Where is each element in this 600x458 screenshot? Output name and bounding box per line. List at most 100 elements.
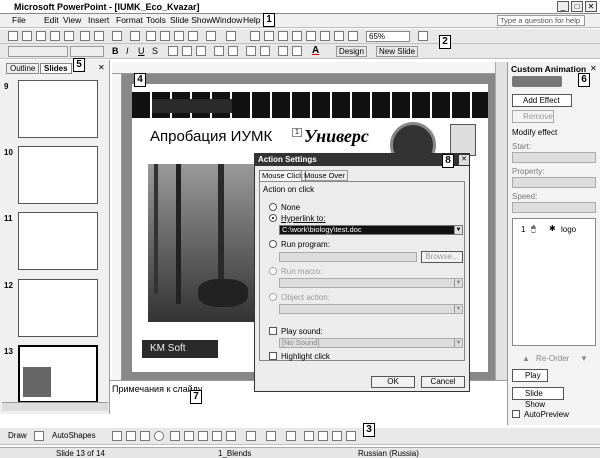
- numbering-icon[interactable]: [214, 46, 224, 56]
- animation-list[interactable]: 1 🖱 ✱ logo: [512, 218, 596, 346]
- color-grayscale-icon[interactable]: [348, 31, 358, 41]
- picture-icon[interactable]: [226, 431, 236, 441]
- autoshapes-menu[interactable]: AutoShapes: [52, 431, 96, 440]
- minimize-button[interactable]: _: [557, 1, 569, 12]
- speed-select[interactable]: [512, 202, 596, 213]
- km-soft-caption[interactable]: KM Soft: [142, 340, 218, 358]
- slide-thumbnail-11[interactable]: [18, 212, 98, 270]
- print-icon[interactable]: [80, 31, 90, 41]
- run-macro-select[interactable]: ▼: [279, 278, 463, 288]
- menu-slide-show[interactable]: Slide Show: [170, 15, 213, 25]
- remove-button[interactable]: Remove: [512, 110, 554, 123]
- zoom-select[interactable]: 65%: [366, 31, 410, 42]
- radio-object-action[interactable]: [269, 293, 277, 301]
- insert-picture-icon[interactable]: [292, 31, 302, 41]
- menu-window[interactable]: Window: [212, 15, 242, 25]
- tab-slides[interactable]: Slides: [40, 63, 72, 74]
- diagram-icon[interactable]: [198, 431, 208, 441]
- slide-title[interactable]: Апробация ИУМК: [150, 128, 272, 145]
- align-center-icon[interactable]: [182, 46, 192, 56]
- run-program-input[interactable]: [279, 252, 417, 262]
- paste-icon[interactable]: [174, 31, 184, 41]
- oval-icon[interactable]: [154, 431, 164, 441]
- arrow-icon[interactable]: [126, 431, 136, 441]
- decrease-indent-icon[interactable]: [278, 46, 288, 56]
- save-icon[interactable]: [36, 31, 46, 41]
- radio-none[interactable]: [269, 203, 277, 211]
- grid-icon[interactable]: [334, 31, 344, 41]
- insert-table-icon[interactable]: [264, 31, 274, 41]
- new-icon[interactable]: [8, 31, 18, 41]
- line-color-icon[interactable]: [266, 431, 276, 441]
- font-select[interactable]: [8, 46, 68, 57]
- decrease-font-icon[interactable]: [260, 46, 270, 56]
- rectangle-icon[interactable]: [140, 431, 150, 441]
- menu-tools[interactable]: Tools: [146, 15, 166, 25]
- autopreview-checkbox[interactable]: [512, 410, 520, 418]
- design-button[interactable]: Design: [336, 46, 367, 57]
- line-icon[interactable]: [112, 431, 122, 441]
- help-icon[interactable]: [418, 31, 428, 41]
- maximize-button[interactable]: □: [571, 1, 583, 12]
- slide-thumbnail-12[interactable]: [18, 279, 98, 337]
- underline-button[interactable]: U: [138, 46, 145, 56]
- copy-icon[interactable]: [160, 31, 170, 41]
- font-color-button[interactable]: A: [312, 45, 319, 56]
- increase-indent-icon[interactable]: [292, 46, 302, 56]
- pane-nav-icons[interactable]: [512, 76, 562, 87]
- bullets-icon[interactable]: [228, 46, 238, 56]
- select-objects-icon[interactable]: [34, 431, 44, 441]
- slide-thumbnail-9[interactable]: [18, 80, 98, 138]
- arrow-style-icon[interactable]: [332, 431, 342, 441]
- close-icon[interactable]: ✕: [590, 64, 597, 73]
- line-style-icon[interactable]: [304, 431, 314, 441]
- menu-view[interactable]: View: [63, 15, 81, 25]
- font-size-select[interactable]: [70, 46, 104, 57]
- ok-button[interactable]: OK: [371, 376, 415, 388]
- help-search-input[interactable]: Type a question for help: [497, 15, 585, 26]
- add-effect-button[interactable]: Add Effect: [512, 94, 572, 107]
- draw-menu[interactable]: Draw: [8, 431, 27, 440]
- spelling-icon[interactable]: [112, 31, 122, 41]
- open-icon[interactable]: [22, 31, 32, 41]
- tables-borders-icon[interactable]: [278, 31, 288, 41]
- menu-edit[interactable]: Edit: [44, 15, 59, 25]
- email-icon[interactable]: [64, 31, 74, 41]
- radio-run-macro[interactable]: [269, 267, 277, 275]
- play-button[interactable]: Play: [512, 369, 548, 382]
- shadow-button[interactable]: S: [152, 46, 158, 56]
- dialog-close-icon[interactable]: ✕: [459, 155, 469, 165]
- sound-select[interactable]: [No Sound] ▼: [279, 338, 463, 348]
- reorder-down-icon[interactable]: ▼: [580, 354, 588, 363]
- close-button[interactable]: ✕: [585, 1, 597, 12]
- increase-font-icon[interactable]: [246, 46, 256, 56]
- italic-button[interactable]: I: [126, 46, 129, 56]
- shadow-style-icon[interactable]: [346, 431, 356, 441]
- redo-icon[interactable]: [226, 31, 236, 41]
- new-slide-button[interactable]: New Slide: [376, 46, 419, 57]
- menu-insert[interactable]: Insert: [88, 15, 109, 25]
- slide-scrollbar[interactable]: [495, 62, 507, 380]
- hyperlink-select[interactable]: C:\work\biology\test.doc ▼: [279, 225, 463, 235]
- insert-chart-icon[interactable]: [250, 31, 260, 41]
- textbox-icon[interactable]: [170, 431, 180, 441]
- tab-mouse-click[interactable]: Mouse Click: [259, 170, 306, 181]
- radio-hyperlink[interactable]: [269, 214, 277, 222]
- slide-show-button[interactable]: Slide Show: [512, 387, 564, 409]
- dash-style-icon[interactable]: [318, 431, 328, 441]
- bold-button[interactable]: B: [112, 46, 119, 56]
- highlight-click-checkbox[interactable]: [269, 352, 277, 360]
- wordart-icon[interactable]: [184, 431, 194, 441]
- slide-thumbnail-10[interactable]: [18, 146, 98, 204]
- clipart-icon[interactable]: [212, 431, 222, 441]
- font-color-icon[interactable]: [286, 431, 296, 441]
- play-sound-checkbox[interactable]: [269, 327, 277, 335]
- radio-run-program[interactable]: [269, 240, 277, 248]
- permission-icon[interactable]: [50, 31, 60, 41]
- slide-thumbnail-13[interactable]: [18, 345, 98, 403]
- align-left-icon[interactable]: [168, 46, 178, 56]
- tab-mouse-over[interactable]: Mouse Over: [301, 170, 348, 181]
- cancel-button[interactable]: Cancel: [421, 376, 465, 388]
- expand-all-icon[interactable]: [306, 31, 316, 41]
- menu-file[interactable]: File: [12, 15, 26, 25]
